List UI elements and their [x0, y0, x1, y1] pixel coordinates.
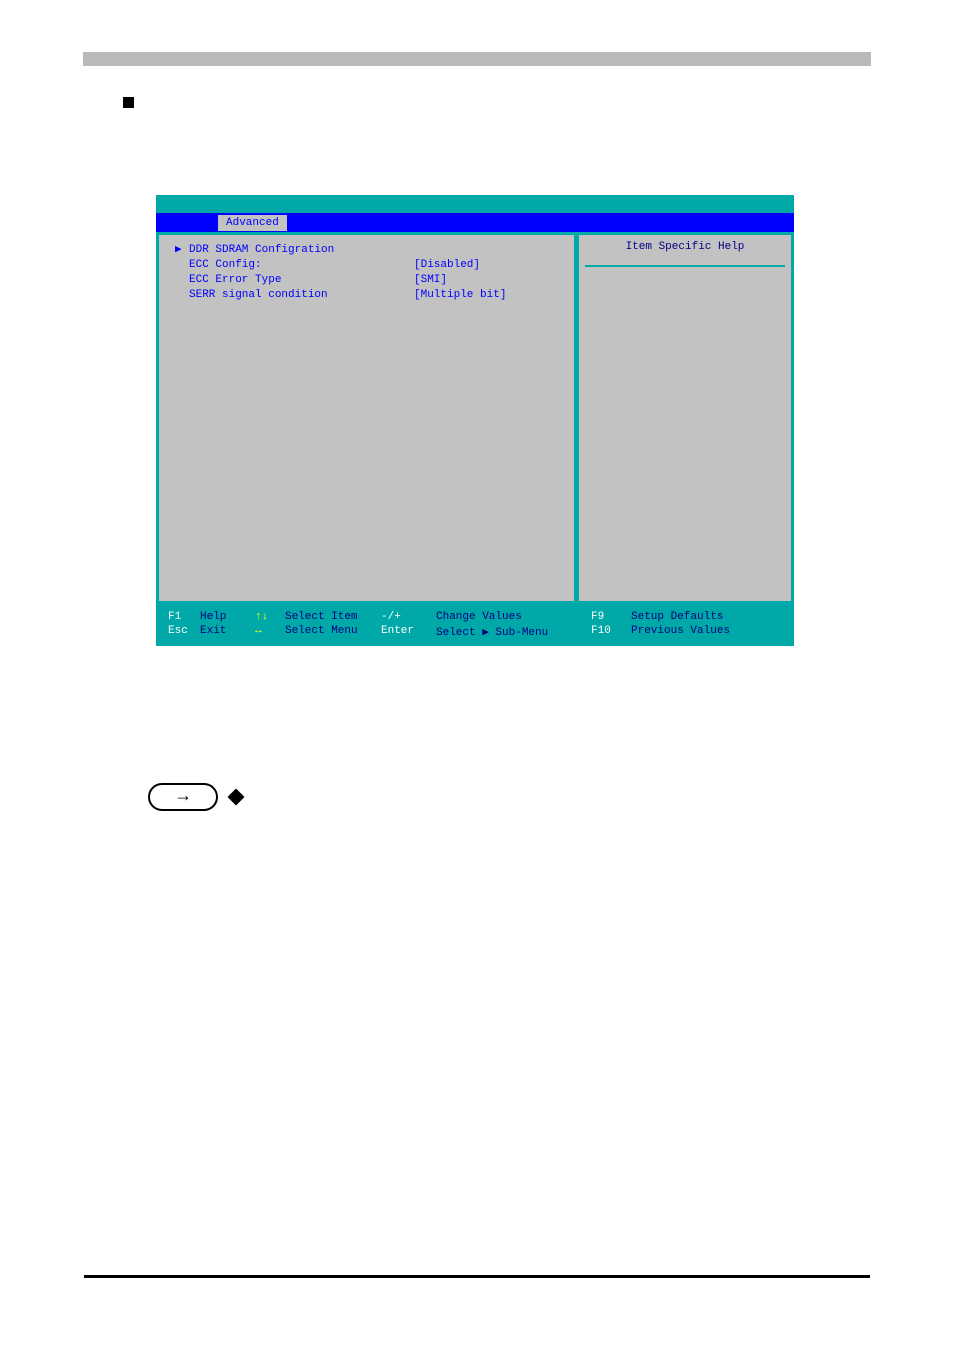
desc-select-sub: Select ▶ Sub-Menu — [436, 625, 591, 639]
section-bullet-icon — [123, 97, 134, 108]
footer-row-2: Esc Exit ↔ Select Menu Enter Select ▶ Su… — [168, 625, 782, 639]
key-f9: F9 — [591, 611, 631, 623]
menu-label: ECC Error Type — [189, 273, 414, 288]
bios-titlebar — [156, 195, 794, 213]
help-title: Item Specific Help — [585, 241, 785, 267]
menu-item-serr-signal[interactable]: SERR signal condition [Multiple bit] — [175, 288, 558, 303]
page-top-bar — [83, 52, 871, 66]
spacer — [175, 288, 189, 303]
submenu-marker-icon: ▶ — [175, 243, 189, 258]
desc-exit: Exit — [200, 625, 255, 639]
key-esc: Esc — [168, 625, 200, 639]
settings-pane: ▶ DDR SDRAM Configration ECC Config: [Di… — [159, 235, 574, 601]
desc-select-menu: Select Menu — [285, 625, 381, 639]
tab-advanced[interactable]: Advanced — [218, 215, 287, 231]
menu-label: SERR signal condition — [189, 288, 414, 303]
key-f1: F1 — [168, 611, 200, 623]
key-minusplus: -/+ — [381, 611, 436, 623]
bios-footer: F1 Help ↑↓ Select Item -/+ Change Values… — [156, 604, 794, 646]
key-enter: Enter — [381, 625, 436, 639]
menu-value: [SMI] — [414, 273, 447, 288]
desc-help: Help — [200, 611, 255, 623]
spacer — [175, 273, 189, 288]
menu-item-ecc-error-type[interactable]: ECC Error Type [SMI] — [175, 273, 558, 288]
footer-rule — [84, 1275, 870, 1278]
spacer — [175, 258, 189, 273]
desc-setup-defaults: Setup Defaults — [631, 611, 723, 623]
menu-value: [Disabled] — [414, 258, 480, 273]
menu-value: [Multiple bit] — [414, 288, 506, 303]
arrow-right-icon: → — [148, 783, 218, 811]
bios-tab-bar: Advanced — [156, 213, 794, 232]
note-row: → — [148, 783, 242, 811]
key-f10: F10 — [591, 625, 631, 639]
menu-label: ECC Config: — [189, 258, 414, 273]
key-updown: ↑↓ — [255, 611, 285, 623]
desc-previous-values: Previous Values — [631, 625, 730, 639]
diamond-bullet-icon — [228, 789, 245, 806]
menu-label: DDR SDRAM Configration — [189, 243, 414, 258]
menu-item-ecc-config[interactable]: ECC Config: [Disabled] — [175, 258, 558, 273]
menu-item-ddr-sdram[interactable]: ▶ DDR SDRAM Configration — [175, 243, 558, 258]
desc-select-item: Select Item — [285, 611, 381, 623]
bios-body: ▶ DDR SDRAM Configration ECC Config: [Di… — [156, 232, 794, 604]
help-pane: Item Specific Help — [579, 235, 791, 601]
desc-change-values: Change Values — [436, 611, 591, 623]
key-leftright: ↔ — [255, 625, 285, 639]
bios-window: Advanced ▶ DDR SDRAM Configration ECC Co… — [156, 195, 794, 646]
footer-row-1: F1 Help ↑↓ Select Item -/+ Change Values… — [168, 611, 782, 623]
